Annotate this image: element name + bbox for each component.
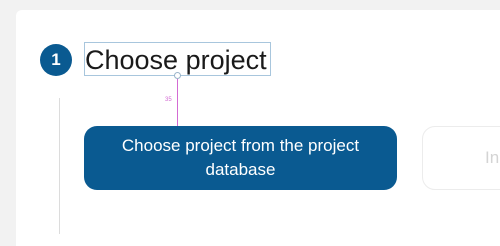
secondary-option-label: In bbox=[485, 148, 500, 167]
step-number-badge: 1 bbox=[40, 44, 72, 76]
choose-project-from-database-button[interactable]: Choose project from the project database bbox=[84, 126, 397, 190]
secondary-option-button[interactable]: In bbox=[422, 126, 500, 190]
selection-handle[interactable] bbox=[174, 72, 181, 79]
spacing-guide-label: 35 bbox=[165, 97, 172, 103]
step-number: 1 bbox=[51, 50, 61, 69]
choose-project-button-label: Choose project from the project database bbox=[121, 136, 360, 179]
step-connector-line bbox=[59, 98, 60, 234]
step-title-selection[interactable]: Choose project bbox=[84, 42, 271, 76]
spacing-guide-line bbox=[177, 79, 178, 127]
